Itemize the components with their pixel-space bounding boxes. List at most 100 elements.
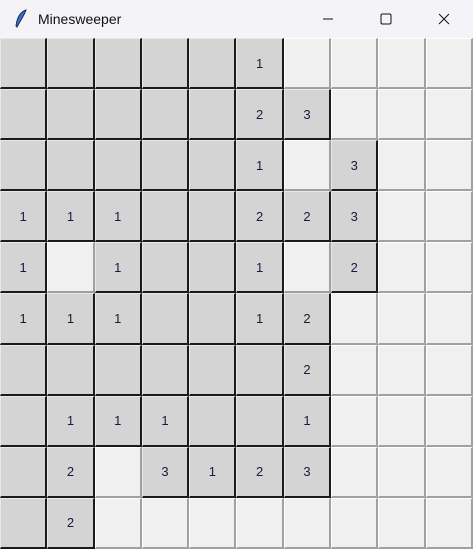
revealed-cell: 3 bbox=[283, 89, 332, 141]
unrevealed-cell[interactable] bbox=[378, 242, 426, 294]
revealed-cell bbox=[0, 89, 48, 141]
mine-count: 1 bbox=[19, 208, 27, 224]
unrevealed-cell[interactable] bbox=[94, 446, 142, 498]
revealed-cell: 2 bbox=[236, 89, 284, 141]
mine-count: 1 bbox=[19, 259, 27, 275]
unrevealed-cell[interactable] bbox=[47, 242, 95, 294]
unrevealed-cell[interactable] bbox=[141, 497, 190, 549]
mine-count: 3 bbox=[350, 208, 358, 224]
revealed-cell bbox=[141, 191, 190, 243]
mine-count: 1 bbox=[256, 55, 264, 71]
mine-count: 3 bbox=[303, 106, 311, 122]
mine-count: 1 bbox=[66, 208, 75, 224]
unrevealed-cell[interactable] bbox=[331, 497, 379, 549]
unrevealed-cell[interactable] bbox=[425, 140, 473, 192]
revealed-cell: 1 bbox=[47, 191, 95, 243]
unrevealed-cell[interactable] bbox=[378, 446, 426, 498]
revealed-cell: 2 bbox=[236, 446, 284, 498]
unrevealed-cell[interactable] bbox=[425, 293, 473, 345]
unrevealed-cell[interactable] bbox=[189, 497, 237, 549]
maximize-button[interactable] bbox=[357, 0, 415, 38]
unrevealed-cell[interactable] bbox=[378, 38, 426, 90]
revealed-cell bbox=[141, 89, 190, 141]
revealed-cell: 1 bbox=[94, 191, 142, 243]
mine-count: 2 bbox=[303, 362, 311, 378]
unrevealed-cell[interactable] bbox=[236, 497, 284, 549]
unrevealed-cell[interactable] bbox=[378, 497, 426, 549]
unrevealed-cell[interactable] bbox=[331, 89, 379, 141]
unrevealed-cell[interactable] bbox=[94, 497, 142, 549]
revealed-cell: 1 bbox=[94, 395, 142, 447]
unrevealed-cell[interactable] bbox=[331, 293, 379, 345]
unrevealed-cell[interactable] bbox=[378, 89, 426, 141]
mine-count: 2 bbox=[303, 208, 311, 224]
revealed-cell: 2 bbox=[331, 242, 379, 294]
revealed-cell bbox=[94, 344, 142, 396]
revealed-cell bbox=[189, 395, 237, 447]
revealed-cell: 3 bbox=[331, 191, 379, 243]
revealed-cell: 2 bbox=[283, 191, 332, 243]
revealed-cell: 1 bbox=[189, 446, 237, 498]
title-bar: Minesweeper bbox=[0, 0, 473, 38]
unrevealed-cell[interactable] bbox=[425, 497, 473, 549]
minefield-grid: 1 2 3 1 3 1 1 1 2 2 3 1 1 1 2 1 1 1 1 2 2 1 1 1 1 2 3 1 2 3 2 bbox=[0, 38, 473, 549]
mine-count: 2 bbox=[66, 464, 75, 480]
revealed-cell bbox=[189, 38, 237, 90]
mine-count: 2 bbox=[66, 515, 75, 531]
unrevealed-cell[interactable] bbox=[378, 293, 426, 345]
mine-count: 2 bbox=[256, 106, 264, 122]
unrevealed-cell[interactable] bbox=[331, 395, 379, 447]
revealed-cell: 2 bbox=[47, 446, 95, 498]
revealed-cell bbox=[0, 497, 48, 549]
window-title: Minesweeper bbox=[38, 11, 122, 27]
unrevealed-cell[interactable] bbox=[283, 38, 332, 90]
unrevealed-cell[interactable] bbox=[331, 446, 379, 498]
revealed-cell: 1 bbox=[0, 293, 48, 345]
mine-count: 3 bbox=[350, 157, 358, 173]
unrevealed-cell[interactable] bbox=[378, 191, 426, 243]
unrevealed-cell[interactable] bbox=[425, 242, 473, 294]
revealed-cell bbox=[94, 140, 142, 192]
unrevealed-cell[interactable] bbox=[331, 38, 379, 90]
revealed-cell bbox=[94, 89, 142, 141]
unrevealed-cell[interactable] bbox=[283, 242, 332, 294]
minimize-button[interactable] bbox=[299, 0, 357, 38]
unrevealed-cell[interactable] bbox=[425, 446, 473, 498]
revealed-cell bbox=[141, 140, 190, 192]
revealed-cell: 1 bbox=[236, 140, 284, 192]
mine-count: 3 bbox=[303, 464, 311, 480]
revealed-cell bbox=[0, 140, 48, 192]
revealed-cell: 3 bbox=[283, 446, 332, 498]
unrevealed-cell[interactable] bbox=[283, 140, 332, 192]
unrevealed-cell[interactable] bbox=[425, 89, 473, 141]
unrevealed-cell[interactable] bbox=[378, 395, 426, 447]
mine-count: 1 bbox=[114, 208, 122, 224]
revealed-cell bbox=[0, 344, 48, 396]
revealed-cell bbox=[47, 344, 95, 396]
revealed-cell: 1 bbox=[0, 242, 48, 294]
revealed-cell: 3 bbox=[331, 140, 379, 192]
mine-count: 1 bbox=[114, 259, 122, 275]
unrevealed-cell[interactable] bbox=[425, 395, 473, 447]
minimize-icon bbox=[323, 18, 333, 20]
mine-count: 1 bbox=[19, 311, 27, 327]
revealed-cell: 1 bbox=[47, 293, 95, 345]
mine-count: 1 bbox=[161, 413, 169, 429]
revealed-cell bbox=[141, 38, 190, 90]
mine-count: 1 bbox=[114, 413, 122, 429]
revealed-cell: 1 bbox=[283, 395, 332, 447]
unrevealed-cell[interactable] bbox=[425, 344, 473, 396]
close-button[interactable] bbox=[415, 0, 473, 38]
revealed-cell bbox=[236, 395, 284, 447]
mine-count: 1 bbox=[66, 311, 75, 327]
unrevealed-cell[interactable] bbox=[378, 140, 426, 192]
revealed-cell bbox=[47, 89, 95, 141]
revealed-cell: 1 bbox=[47, 395, 95, 447]
unrevealed-cell[interactable] bbox=[378, 344, 426, 396]
unrevealed-cell[interactable] bbox=[425, 38, 473, 90]
unrevealed-cell[interactable] bbox=[283, 497, 332, 549]
revealed-cell bbox=[236, 344, 284, 396]
unrevealed-cell[interactable] bbox=[331, 344, 379, 396]
unrevealed-cell[interactable] bbox=[425, 191, 473, 243]
revealed-cell: 1 bbox=[236, 293, 284, 345]
